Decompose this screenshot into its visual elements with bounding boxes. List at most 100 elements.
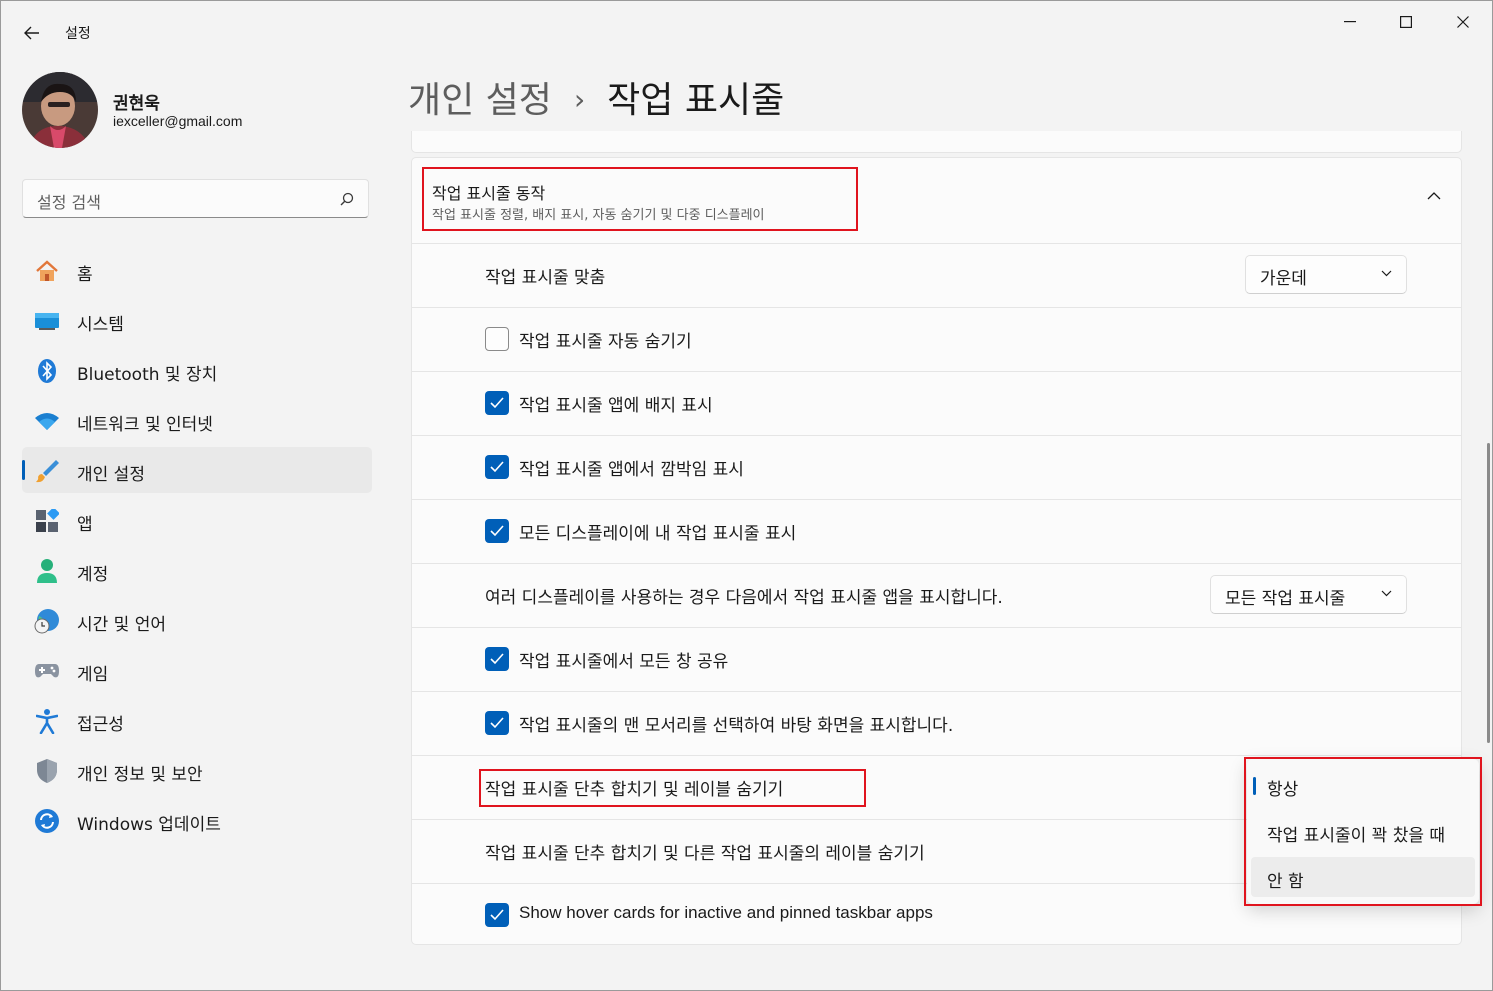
setting-row-auto-hide: 작업 표시줄 자동 숨기기	[412, 307, 1461, 372]
setting-row-flashing: 작업 표시줄 앱에서 깜박임 표시	[412, 435, 1461, 500]
user-email: iexceller@gmail.com	[113, 113, 243, 129]
sidebar-item-bluetooth[interactable]: Bluetooth 및 장치	[22, 347, 372, 393]
checkmark-icon	[490, 525, 504, 537]
setting-label: 작업 표시줄에서 모든 창 공유	[519, 652, 729, 672]
breadcrumb: 개인 설정 › 작업 표시줄	[408, 71, 784, 123]
home-icon	[34, 258, 60, 284]
badges-checkbox[interactable]	[485, 391, 509, 415]
setting-label: 작업 표시줄 앱에서 깜박임 표시	[519, 460, 744, 480]
auto-hide-checkbox[interactable]	[485, 327, 509, 351]
setting-label: 작업 표시줄 단추 합치기 및 다른 작업 표시줄의 레이블 숨기기	[485, 844, 925, 864]
app-title: 설정	[65, 26, 91, 42]
sidebar-item-label: Bluetooth 및 장치	[77, 365, 218, 385]
checkmark-icon	[490, 397, 504, 409]
sidebar-item-label: 계정	[77, 565, 109, 585]
globe-clock-icon	[34, 608, 60, 634]
sidebar-item-apps[interactable]: 앱	[22, 497, 372, 543]
back-button[interactable]	[19, 21, 45, 45]
setting-label: 작업 표시줄 앱에 배지 표시	[519, 396, 713, 416]
sidebar-item-accounts[interactable]: 계정	[22, 547, 372, 593]
page-title: 작업 표시줄	[607, 80, 785, 121]
setting-label: 모든 디스플레이에 내 작업 표시줄 표시	[519, 524, 797, 544]
setting-row-alignment: 작업 표시줄 맞춤 가운데	[412, 243, 1461, 308]
sidebar-item-accessibility[interactable]: 접근성	[22, 697, 372, 743]
dropdown-value: 모든 작업 표시줄	[1225, 589, 1346, 609]
previous-card	[411, 131, 1462, 153]
gamepad-icon	[34, 658, 60, 684]
checkmark-icon	[490, 461, 504, 473]
all-displays-checkbox[interactable]	[485, 519, 509, 543]
sidebar-item-label: 앱	[77, 515, 93, 535]
flashing-checkbox[interactable]	[485, 455, 509, 479]
search-icon	[340, 192, 354, 206]
close-icon	[1457, 16, 1469, 28]
avatar[interactable]	[22, 72, 98, 148]
close-button[interactable]	[1443, 11, 1483, 33]
settings-window: 설정 권현욱 iexceller@gmail.com 설정 검색 홈 시스템 B…	[0, 0, 1493, 991]
sidebar-item-label: 개인 정보 및 보안	[77, 765, 203, 785]
breadcrumb-parent[interactable]: 개인 설정	[408, 80, 552, 121]
highlight-box-flyout	[1244, 757, 1482, 906]
setting-row-far-corner: 작업 표시줄의 맨 모서리를 선택하여 바탕 화면을 표시합니다.	[412, 691, 1461, 756]
sidebar-item-label: 게임	[77, 665, 109, 685]
wifi-icon	[34, 408, 60, 434]
dropdown-value: 가운데	[1260, 269, 1307, 289]
system-icon	[34, 308, 60, 334]
setting-row-all-displays: 모든 디스플레이에 내 작업 표시줄 표시	[412, 499, 1461, 564]
setting-label: 작업 표시줄 맞춤	[485, 268, 606, 288]
sidebar-item-label: 시간 및 언어	[77, 615, 167, 635]
bluetooth-icon	[34, 358, 60, 384]
share-windows-checkbox[interactable]	[485, 647, 509, 671]
multi-display-dropdown[interactable]: 모든 작업 표시줄	[1210, 575, 1407, 614]
setting-label: 여러 디스플레이를 사용하는 경우 다음에서 작업 표시줄 앱을 표시합니다.	[485, 588, 1003, 608]
setting-row-share-windows: 작업 표시줄에서 모든 창 공유	[412, 627, 1461, 692]
back-arrow-icon	[24, 26, 39, 40]
chevron-down-icon	[1381, 270, 1392, 277]
sidebar-item-label: 홈	[77, 265, 93, 285]
scrollbar[interactable]	[1487, 443, 1490, 743]
setting-row-badges: 작업 표시줄 앱에 배지 표시	[412, 371, 1461, 436]
sidebar-item-windows-update[interactable]: Windows 업데이트	[22, 797, 372, 843]
setting-label: 작업 표시줄 자동 숨기기	[519, 332, 692, 352]
highlight-box-section	[422, 167, 858, 231]
sidebar-item-privacy[interactable]: 개인 정보 및 보안	[22, 747, 372, 793]
checkmark-icon	[490, 653, 504, 665]
update-icon	[34, 808, 60, 834]
selection-indicator	[22, 460, 25, 480]
sidebar-item-label: 네트워크 및 인터넷	[77, 415, 213, 435]
minimize-button[interactable]	[1330, 11, 1370, 33]
setting-row-multi-display: 여러 디스플레이를 사용하는 경우 다음에서 작업 표시줄 앱을 표시합니다. …	[412, 563, 1461, 628]
sidebar-item-label: Windows 업데이트	[77, 815, 221, 835]
brush-icon	[34, 458, 60, 484]
breadcrumb-separator: ›	[573, 83, 586, 116]
maximize-button[interactable]	[1386, 11, 1426, 33]
chevron-down-icon	[1381, 590, 1392, 597]
accessibility-icon	[34, 708, 60, 734]
minimize-icon	[1344, 21, 1356, 23]
sidebar-item-label: 시스템	[77, 315, 124, 335]
user-name: 권현욱	[113, 94, 160, 114]
hover-cards-checkbox[interactable]	[485, 903, 509, 927]
alignment-dropdown[interactable]: 가운데	[1245, 255, 1407, 294]
search-placeholder: 설정 검색	[37, 193, 101, 212]
sidebar-item-personalization[interactable]: 개인 설정	[22, 447, 372, 493]
sidebar-item-network[interactable]: 네트워크 및 인터넷	[22, 397, 372, 443]
apps-icon	[34, 508, 60, 534]
checkmark-icon	[490, 717, 504, 729]
sidebar-item-label: 개인 설정	[77, 465, 145, 485]
profile-photo	[22, 72, 98, 148]
highlight-box-combine	[479, 769, 866, 807]
far-corner-checkbox[interactable]	[485, 711, 509, 735]
search-input[interactable]: 설정 검색	[22, 179, 369, 218]
sidebar-item-system[interactable]: 시스템	[22, 297, 372, 343]
shield-icon	[34, 758, 60, 784]
sidebar-item-home[interactable]: 홈	[22, 247, 372, 293]
setting-label: 작업 표시줄의 맨 모서리를 선택하여 바탕 화면을 표시합니다.	[519, 716, 954, 736]
chevron-up-icon[interactable]	[1427, 192, 1441, 200]
sidebar-item-gaming[interactable]: 게임	[22, 647, 372, 693]
sidebar-item-label: 접근성	[77, 715, 124, 735]
sidebar-nav: 홈 시스템 Bluetooth 및 장치 네트워크 및 인터넷 개인 설정 앱 …	[22, 247, 372, 847]
setting-label: Show hover cards for inactive and pinned…	[519, 903, 933, 922]
sidebar-item-time-language[interactable]: 시간 및 언어	[22, 597, 372, 643]
account-icon	[34, 558, 60, 584]
